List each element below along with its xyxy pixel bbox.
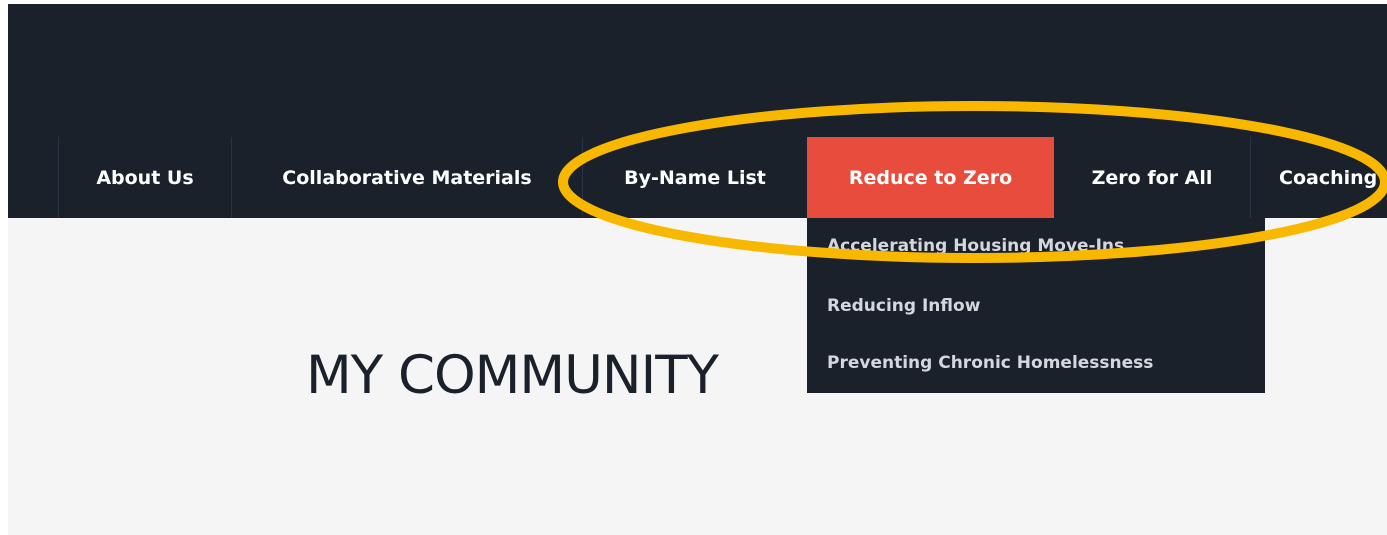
nav-item-about-us[interactable]: About Us	[58, 137, 231, 218]
nav-item-label: Collaborative Materials	[282, 166, 532, 189]
dropdown-item-preventing-chronic-homelessness[interactable]: Preventing Chronic Homelessness	[827, 353, 1153, 373]
nav-item-label: By-Name List	[624, 166, 766, 189]
nav-item-zero-for-all[interactable]: Zero for All	[1054, 137, 1250, 218]
dropdown-item-accelerating-housing-move-ins[interactable]: Accelerating Housing Move-Ins	[827, 236, 1124, 256]
nav-item-collaborative-materials[interactable]: Collaborative Materials	[231, 137, 582, 218]
nav-item-label: About Us	[96, 166, 194, 189]
nav-item-coaching[interactable]: Coaching	[1250, 137, 1387, 218]
nav-item-label: Reduce to Zero	[848, 166, 1013, 189]
dropdown-item-reducing-inflow[interactable]: Reducing Inflow	[827, 296, 980, 316]
page-title: MY COMMUNITY	[306, 345, 719, 406]
main-navigation: About Us Collaborative Materials By-Name…	[58, 137, 1387, 218]
nav-item-label: Zero for All	[1091, 166, 1213, 189]
nav-item-label: Coaching	[1279, 166, 1378, 189]
nav-item-by-name-list[interactable]: By-Name List	[582, 137, 807, 218]
reduce-to-zero-dropdown: Accelerating Housing Move-Ins Reducing I…	[807, 218, 1265, 393]
nav-item-reduce-to-zero[interactable]: Reduce to Zero	[807, 137, 1054, 218]
